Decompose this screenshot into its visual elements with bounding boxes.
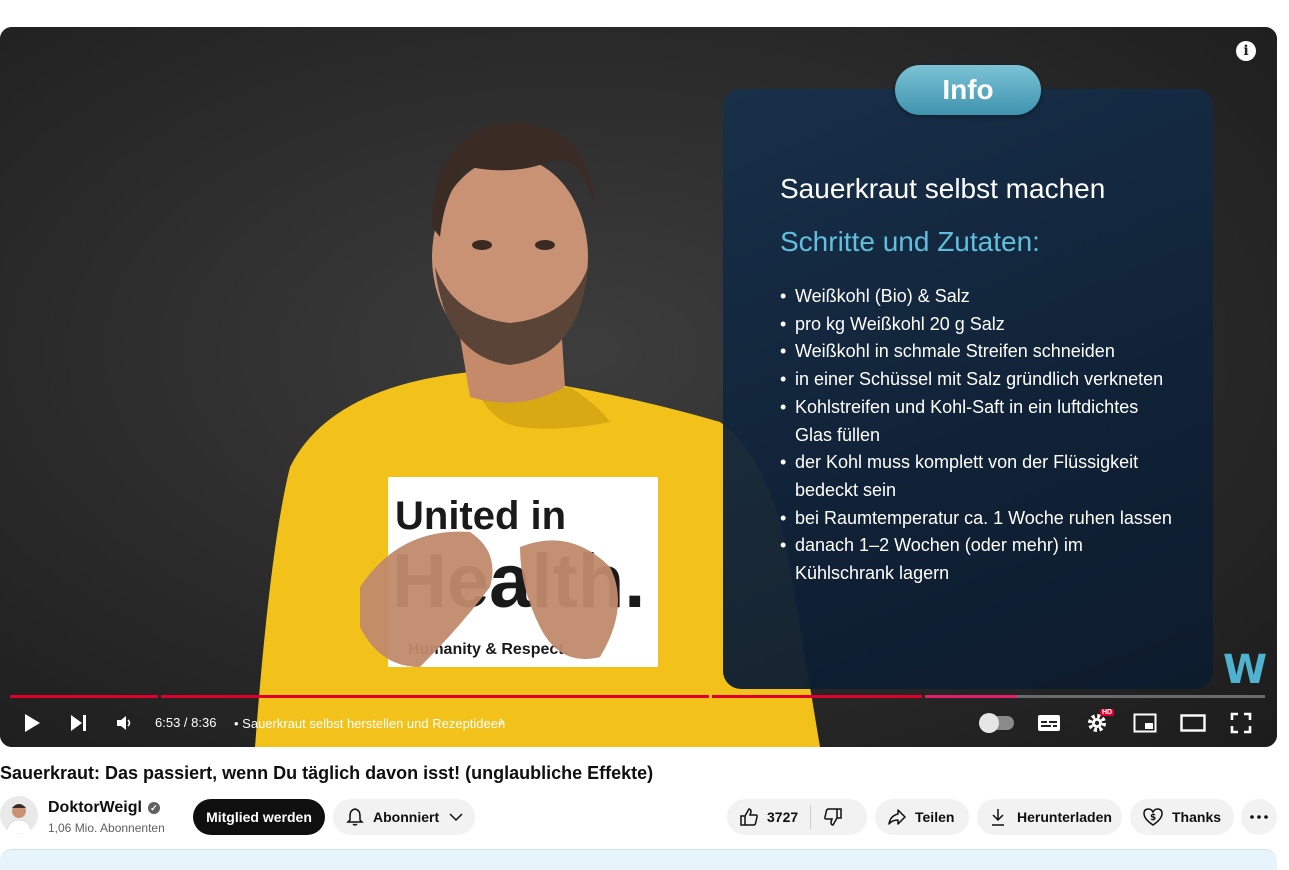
info-list-item: pro kg Weißkohl 20 g Salz xyxy=(780,311,1180,339)
info-subtitle: Schritte und Zutaten: xyxy=(780,226,1040,257)
video-title: Sauerkraut: Das passiert, wenn Du täglic… xyxy=(0,763,654,783)
chapter-segment xyxy=(161,695,709,698)
progress-bar[interactable] xyxy=(10,695,1265,698)
more-icon xyxy=(1250,815,1268,819)
time-display: 6:53 / 8:36 xyxy=(155,715,217,730)
hd-badge: HD xyxy=(1100,709,1115,716)
dislike-button[interactable] xyxy=(823,807,843,827)
channel-name-row[interactable]: DoktorWeigl ✓ xyxy=(48,799,160,817)
volume-icon[interactable] xyxy=(112,711,136,735)
verified-icon: ✓ xyxy=(147,801,160,814)
info-list-item: in einer Schüssel mit Salz gründlich ver… xyxy=(780,366,1180,394)
description-box[interactable] xyxy=(0,849,1277,870)
more-actions-button[interactable] xyxy=(1241,799,1277,835)
thumbs-up-icon xyxy=(739,807,759,827)
chevron-down-icon xyxy=(449,812,463,822)
chapter-segment xyxy=(925,695,1265,698)
channel-name[interactable]: DoktorWeigl xyxy=(48,799,142,816)
channel-avatar[interactable] xyxy=(0,796,38,834)
like-count: 3727 xyxy=(767,809,799,825)
info-icon[interactable]: i xyxy=(1236,41,1256,61)
info-title: Sauerkraut selbst machen xyxy=(780,173,1106,204)
theater-mode-icon[interactable] xyxy=(1180,711,1206,735)
bell-icon xyxy=(345,807,365,827)
info-list-item: der Kohl muss komplett von der Flüssigke… xyxy=(780,449,1180,504)
join-label: Mitglied werden xyxy=(206,809,312,825)
thanks-button[interactable]: $ Thanks xyxy=(1130,799,1234,835)
toggle-knob xyxy=(979,713,999,733)
download-button[interactable]: Herunterladen xyxy=(977,799,1122,835)
share-button[interactable]: Teilen xyxy=(875,799,969,835)
info-label: Info xyxy=(895,65,1041,115)
autoplay-toggle[interactable] xyxy=(979,713,1014,733)
shirt-text-line1: United in xyxy=(395,494,566,538)
chapter-segment xyxy=(10,695,158,698)
next-icon[interactable] xyxy=(66,711,90,735)
download-icon xyxy=(991,808,1005,826)
share-label: Teilen xyxy=(915,809,955,825)
thumbs-down-icon xyxy=(824,808,842,826)
heart-dollar-icon: $ xyxy=(1142,807,1164,827)
svg-text:$: $ xyxy=(1150,813,1156,823)
player-controls: 6:53 / 8:36 • Sauerkraut selbst herstell… xyxy=(0,703,1277,747)
chevron-right-icon[interactable]: › xyxy=(499,713,504,731)
thanks-label: Thanks xyxy=(1172,809,1222,825)
settings-gear-icon[interactable]: HD xyxy=(1084,709,1115,735)
info-list: Weißkohl (Bio) & Salz pro kg Weißkohl 20… xyxy=(780,283,1180,588)
info-list-item: Kohlstreifen und Kohl-Saft in ein luftdi… xyxy=(780,394,1180,449)
join-button[interactable]: Mitglied werden xyxy=(193,799,325,835)
miniplayer-icon[interactable] xyxy=(1132,711,1158,735)
subscribed-button[interactable]: Abonniert xyxy=(333,799,475,835)
play-icon[interactable] xyxy=(20,711,44,735)
chapter-title[interactable]: • Sauerkraut selbst herstellen und Rezep… xyxy=(234,716,505,731)
subtitles-icon[interactable] xyxy=(1036,711,1062,735)
info-list-item: Weißkohl in schmale Streifen schneiden xyxy=(780,338,1180,366)
info-list-item: bei Raumtemperatur ca. 1 Woche ruhen las… xyxy=(780,505,1180,533)
info-list-item: danach 1–2 Wochen (oder mehr) im Kühlsch… xyxy=(780,532,1180,587)
brand-logo: W xyxy=(1223,647,1268,693)
subscriber-count: 1,06 Mio. Abonnenten xyxy=(48,821,165,835)
share-icon xyxy=(887,808,907,826)
download-label: Herunterladen xyxy=(1017,809,1112,825)
fullscreen-icon[interactable] xyxy=(1228,711,1254,735)
like-dislike-group: 3727 xyxy=(727,799,867,835)
chapter-segment xyxy=(712,695,922,698)
divider xyxy=(810,805,812,829)
like-button[interactable]: 3727 xyxy=(739,807,798,827)
subscribed-label: Abonniert xyxy=(373,809,440,825)
info-list-item: Weißkohl (Bio) & Salz xyxy=(780,283,1180,311)
video-player[interactable]: United in Health. Humanity & Respect. In… xyxy=(0,27,1277,747)
presenter-image: United in Health. Humanity & Respect. xyxy=(255,122,820,747)
